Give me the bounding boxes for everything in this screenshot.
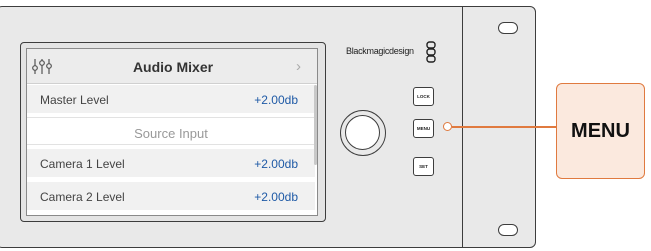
rack-mount-hole-bottom <box>498 224 518 236</box>
row-label: Camera 1 Level <box>40 157 125 171</box>
row-label: Master Level <box>40 93 109 107</box>
menu-row-camera-1-level[interactable]: Camera 1 Level +2.00db <box>27 149 315 177</box>
screen-header: Audio Mixer › <box>27 49 317 84</box>
callout-connector-line <box>452 126 556 128</box>
row-value: +2.00db <box>254 93 298 107</box>
callout-label: MENU <box>571 120 630 142</box>
rack-mount-hole-top <box>498 22 518 34</box>
chevron-right-icon[interactable]: › <box>296 58 301 75</box>
screen-scrollbar[interactable] <box>314 85 317 165</box>
callout-pointer-dot <box>443 122 452 131</box>
lock-button[interactable]: LOCK <box>413 87 434 106</box>
brand-name: Blackmagicdesign <box>346 46 414 56</box>
jog-knob[interactable] <box>340 110 386 156</box>
menu-row-camera-2-level[interactable]: Camera 2 Level +2.00db <box>27 182 315 210</box>
row-value: +2.00db <box>254 157 298 171</box>
screen-title: Audio Mixer <box>132 59 214 75</box>
blackmagic-logo-icon <box>426 41 436 63</box>
row-label: Camera 2 Level <box>40 190 125 204</box>
section-heading-source-input: Source Input <box>27 117 315 145</box>
lcd-screen: Audio Mixer › Master Level +2.00db Sourc… <box>26 48 318 216</box>
jog-knob-center <box>345 115 380 150</box>
menu-button[interactable]: MENU <box>413 119 434 138</box>
row-value: +2.00db <box>254 190 298 204</box>
set-button[interactable]: SET <box>413 157 434 176</box>
menu-row-master-level[interactable]: Master Level +2.00db <box>27 85 315 113</box>
section-heading-label: Source Input <box>134 126 208 141</box>
callout-label-box: MENU <box>556 83 645 179</box>
